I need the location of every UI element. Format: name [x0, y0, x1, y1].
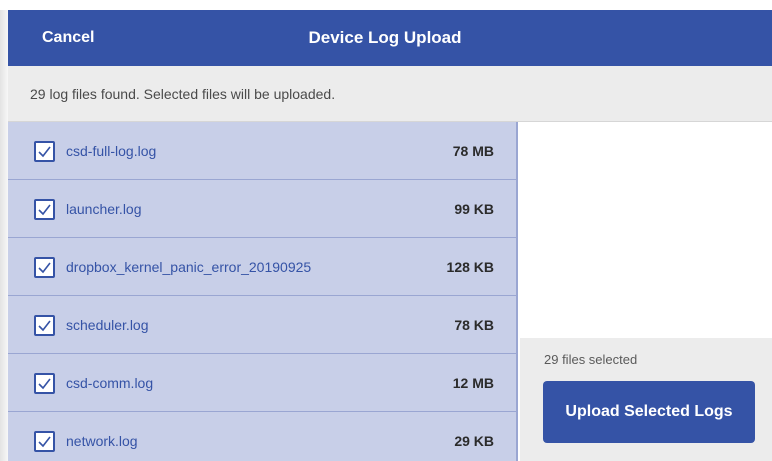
file-size: 12 MB [452, 375, 494, 391]
file-name: csd-full-log.log [66, 143, 157, 159]
list-item[interactable]: launcher.log 99 KB [8, 180, 516, 238]
file-size: 78 KB [454, 317, 494, 333]
upload-selected-logs-button[interactable]: Upload Selected Logs [543, 381, 755, 443]
file-name: csd-comm.log [66, 375, 154, 391]
page-title: Device Log Upload [308, 28, 462, 47]
cancel-button[interactable]: Cancel [42, 10, 94, 66]
file-name: scheduler.log [66, 317, 149, 333]
header-bar: Device Log Upload Cancel [8, 10, 772, 66]
device-log-upload-dialog: Device Log Upload Cancel 29 log files fo… [0, 0, 772, 461]
list-item[interactable]: network.log 29 KB [8, 412, 516, 461]
list-item[interactable]: scheduler.log 78 KB [8, 296, 516, 354]
checkbox-checked-icon[interactable] [34, 199, 55, 220]
list-item[interactable]: dropbox_kernel_panic_error_20190925 128 … [8, 238, 516, 296]
file-size: 78 MB [452, 143, 494, 159]
checkbox-checked-icon[interactable] [34, 315, 55, 336]
detail-area [520, 122, 772, 338]
list-item[interactable]: csd-full-log.log 78 MB [8, 122, 516, 180]
file-size: 128 KB [446, 259, 494, 275]
checkbox-checked-icon[interactable] [34, 141, 55, 162]
checkbox-checked-icon[interactable] [34, 373, 55, 394]
checkbox-checked-icon[interactable] [34, 431, 55, 452]
checkbox-checked-icon[interactable] [34, 257, 55, 278]
info-message: 29 log files found. Selected files will … [30, 86, 336, 102]
file-name: dropbox_kernel_panic_error_20190925 [66, 259, 312, 275]
file-size: 99 KB [454, 201, 494, 217]
file-name: network.log [66, 433, 138, 449]
selected-count: 29 files selected [544, 352, 638, 367]
info-bar: 29 log files found. Selected files will … [8, 66, 772, 122]
window-edge [0, 10, 8, 461]
file-size: 29 KB [454, 433, 494, 449]
file-name: launcher.log [66, 201, 142, 217]
selection-panel: 29 files selected Upload Selected Logs [520, 338, 772, 461]
list-item[interactable]: csd-comm.log 12 MB [8, 354, 516, 412]
file-list[interactable]: csd-full-log.log 78 MB launcher.log 99 K… [8, 122, 518, 461]
